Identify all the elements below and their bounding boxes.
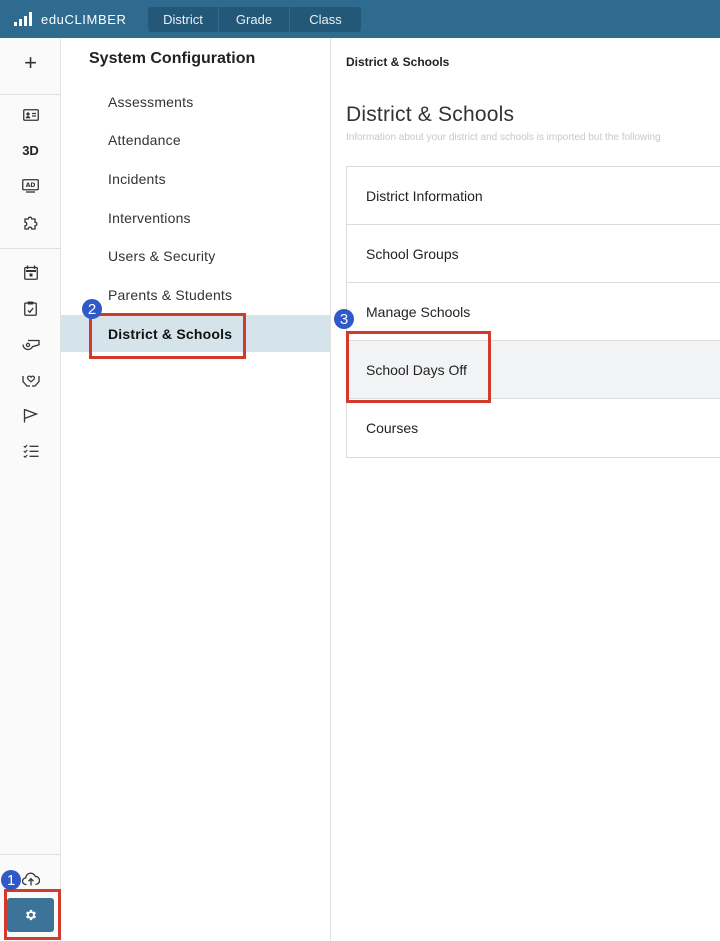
level-district-button[interactable]: District (148, 6, 219, 32)
helping-hands-icon[interactable] (0, 364, 61, 394)
config-item-assessments[interactable]: Assessments (61, 83, 330, 120)
level-switcher: District Grade Class (148, 6, 361, 32)
highlight-box-school-days-off (346, 331, 491, 403)
card-courses[interactable]: Courses (347, 399, 720, 457)
page-subtitle: Information about your district and scho… (346, 132, 661, 143)
config-title: System Configuration (89, 50, 256, 67)
app-logo[interactable]: eduCLIMBER (0, 12, 148, 27)
ad-screen-icon[interactable]: AD (0, 171, 61, 201)
step-badge-1: 1 (1, 870, 21, 890)
step-badge-2: 2 (82, 299, 102, 319)
checklist-icon[interactable] (0, 436, 61, 466)
logo-bars-icon (14, 12, 32, 26)
plus-icon[interactable]: + (0, 48, 61, 78)
calendar-icon[interactable] (0, 257, 61, 287)
3d-icon[interactable]: 3D (0, 135, 61, 165)
system-config-menu: System Configuration Assessments Attenda… (61, 38, 331, 941)
main-content: District & Schools District & Schools In… (331, 38, 720, 941)
svg-text:AD: AD (26, 182, 36, 189)
page-title: District & Schools (346, 103, 515, 126)
highlight-box-settings (4, 889, 61, 940)
app-name: eduCLIMBER (41, 11, 127, 27)
rail-divider (0, 248, 61, 249)
card-school-groups[interactable]: School Groups (347, 225, 720, 283)
level-class-button[interactable]: Class (290, 6, 361, 32)
icon-rail: + 3D AD (0, 38, 61, 941)
rail-divider (0, 854, 61, 855)
breadcrumb[interactable]: District & Schools (346, 55, 449, 69)
rail-divider (0, 94, 61, 95)
whistle-icon[interactable] (0, 329, 61, 359)
puzzle-icon[interactable] (0, 207, 61, 237)
top-bar: eduCLIMBER District Grade Class (0, 0, 720, 38)
settings-card-list: District Information School Groups Manag… (346, 166, 720, 458)
highlight-box-district-schools (89, 313, 246, 359)
id-card-icon[interactable] (0, 100, 61, 130)
step-badge-3: 3 (334, 309, 354, 329)
config-item-interventions[interactable]: Interventions (61, 199, 330, 236)
config-item-attendance[interactable]: Attendance (61, 121, 330, 158)
flag-icon[interactable] (0, 400, 61, 430)
card-district-information[interactable]: District Information (347, 167, 720, 225)
level-grade-button[interactable]: Grade (219, 6, 290, 32)
config-item-users-security[interactable]: Users & Security (61, 237, 330, 274)
clipboard-icon[interactable] (0, 293, 61, 323)
config-item-incidents[interactable]: Incidents (61, 160, 330, 197)
